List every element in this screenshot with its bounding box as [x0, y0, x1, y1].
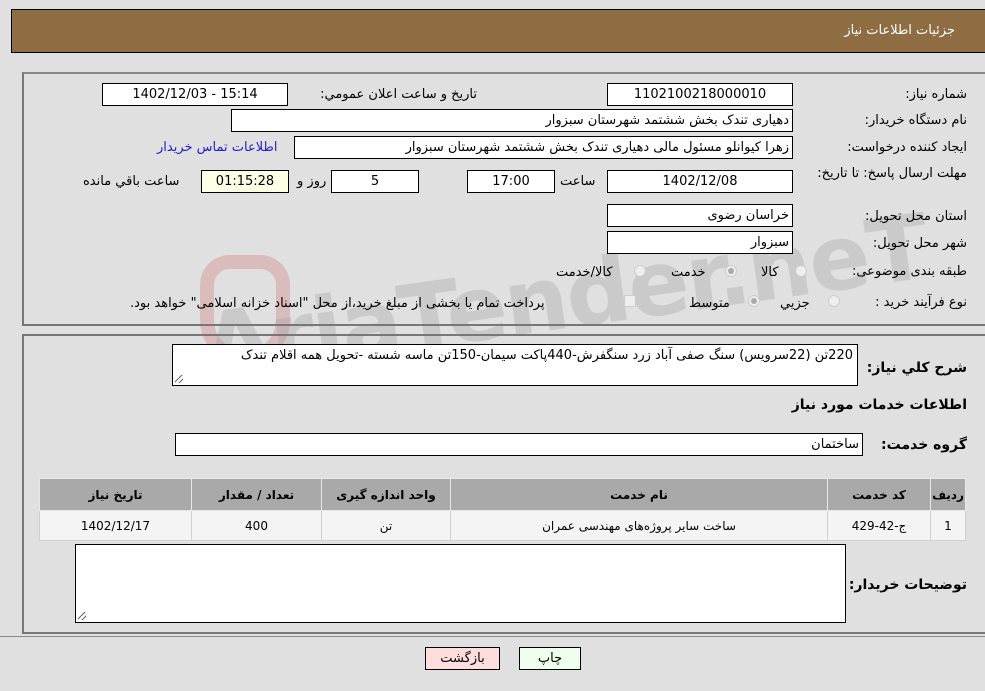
- time-label: ساعت: [560, 174, 596, 189]
- table-row: 1 ج-42-429 ساخت سایر پروژه‌های مهندسی عم…: [39, 510, 966, 541]
- page-title: جزئیات اطلاعات نیاز: [844, 23, 955, 38]
- col-service-code: کد خدمت: [827, 478, 931, 511]
- treasury-note: پرداخت تمام یا بخشی از مبلغ خرید،از محل …: [130, 296, 545, 311]
- resize-grip-icon[interactable]: [78, 612, 86, 620]
- category-label: طبقه بندی موضوعی:: [851, 264, 967, 279]
- process-radio-medium[interactable]: [748, 295, 760, 307]
- creator-label: ایجاد کننده درخواست:: [847, 140, 967, 155]
- cell-service-name: ساخت سایر پروژه‌های مهندسی عمران: [450, 510, 828, 541]
- remaining-time-field[interactable]: 01:15:28: [201, 170, 289, 193]
- buyer-contact-link[interactable]: اطلاعات تماس خریدار: [157, 140, 277, 155]
- buyer-org-label: نام دستگاه خریدار:: [864, 113, 967, 128]
- cell-unit: تن: [321, 510, 451, 541]
- cell-row-number: 1: [930, 510, 966, 541]
- col-need-date: تاریخ نیاز: [39, 478, 192, 511]
- need-number-label: شماره نیاز:: [905, 87, 967, 102]
- creator-field[interactable]: زهرا کیوانلو مسئول مالی دهیاری تندک بخش …: [294, 136, 793, 159]
- days-label: روز و: [297, 174, 327, 189]
- description-label: شرح کلي نیاز:: [866, 360, 967, 376]
- service-group-label: گروه خدمت:: [881, 437, 967, 453]
- province-field[interactable]: خراسان رضوی: [607, 204, 793, 227]
- print-button[interactable]: چاپ: [519, 647, 581, 670]
- deadline-date-field[interactable]: 1402/12/08: [607, 170, 793, 193]
- page-header: جزئیات اطلاعات نیاز: [11, 9, 985, 53]
- cell-service-code: ج-42-429: [827, 510, 931, 541]
- col-unit: واحد اندازه گیری: [321, 478, 451, 511]
- process-radio-minor[interactable]: [828, 295, 840, 307]
- category-option-goods: کالا: [761, 265, 779, 280]
- process-option-medium: متوسط: [689, 296, 730, 311]
- divider: [0, 636, 985, 637]
- cell-quantity: 400: [191, 510, 322, 541]
- city-field[interactable]: سبزوار: [607, 231, 793, 254]
- col-row-number: ردیف: [930, 478, 966, 511]
- buyer-notes-label: توضیحات خریدار:: [848, 577, 967, 593]
- category-option-service: خدمت: [671, 265, 706, 280]
- resize-grip-icon[interactable]: [175, 375, 183, 383]
- province-label: استان محل تحویل:: [865, 209, 967, 224]
- category-radio-goods[interactable]: [795, 265, 807, 277]
- process-label: نوع فرآیند خرید :: [875, 295, 967, 310]
- announce-label: تاریخ و ساعت اعلان عمومي:: [320, 87, 477, 102]
- remaining-label: ساعت باقي مانده: [83, 174, 180, 189]
- announce-field[interactable]: 1402/12/03 - 15:14: [102, 83, 288, 106]
- back-button[interactable]: بازگشت: [425, 647, 500, 670]
- deadline-time-field[interactable]: 17:00: [467, 170, 555, 193]
- cell-need-date: 1402/12/17: [39, 510, 192, 541]
- description-text: 220تن (22سرویس) سنگ صفی آباد زرد سنگفرش-…: [240, 348, 853, 363]
- services-table: ردیف کد خدمت نام خدمت واحد اندازه گیری ت…: [39, 478, 966, 541]
- process-option-minor: جزيي: [780, 296, 810, 311]
- deadline-label: مهلت ارسال پاسخ: تا تاریخ:: [817, 166, 967, 181]
- category-radio-service[interactable]: [725, 265, 737, 277]
- category-option-goods-service: کالا/خدمت: [556, 265, 613, 280]
- treasury-checkbox[interactable]: [624, 295, 636, 307]
- col-service-name: نام خدمت: [450, 478, 828, 511]
- city-label: شهر محل تحویل:: [872, 236, 967, 251]
- col-quantity: تعداد / مقدار: [191, 478, 322, 511]
- buyer-notes-textarea[interactable]: [75, 544, 846, 623]
- table-header-row: ردیف کد خدمت نام خدمت واحد اندازه گیری ت…: [39, 478, 966, 511]
- buyer-org-field[interactable]: دهیاری تندک بخش ششتمد شهرستان سبزوار: [231, 109, 793, 132]
- service-group-field[interactable]: ساختمان: [175, 433, 863, 456]
- days-remaining-field[interactable]: 5: [331, 170, 419, 193]
- description-textarea[interactable]: 220تن (22سرویس) سنگ صفی آباد زرد سنگفرش-…: [172, 344, 858, 386]
- services-heading: اطلاعات خدمات مورد نیاز: [791, 397, 967, 413]
- category-radio-goods-service[interactable]: [634, 265, 646, 277]
- need-number-field[interactable]: 1102100218000010: [607, 83, 793, 106]
